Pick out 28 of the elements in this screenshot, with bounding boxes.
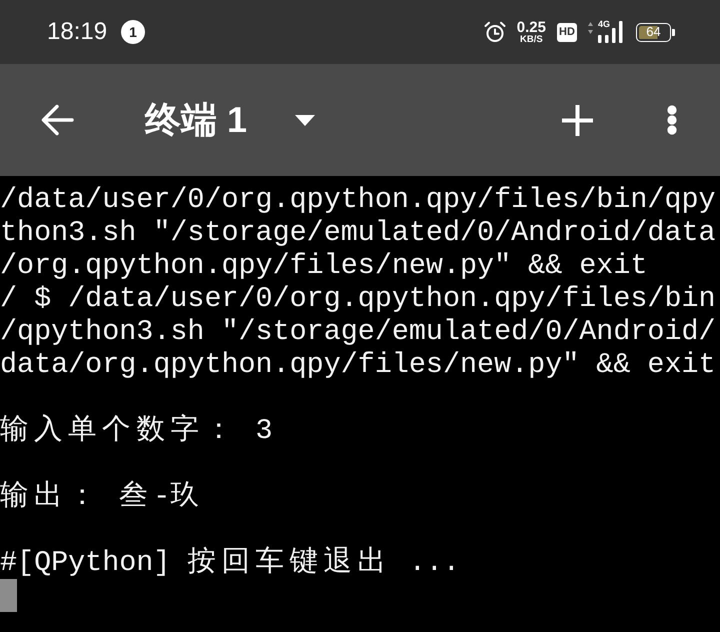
terminal-line: #[QPython] 按回车键退出 ... bbox=[0, 546, 460, 579]
hd-voice-indicator: HD bbox=[557, 22, 577, 42]
network-speed: 0.25 bbox=[516, 20, 546, 35]
alarm-clock-icon bbox=[484, 21, 506, 43]
terminal-line: /data/user/0/org.qpython.qpy/files/bin/qpy bbox=[0, 183, 716, 216]
data-arrows-icon bbox=[588, 22, 593, 34]
caret-icon bbox=[295, 114, 316, 126]
terminal-selector[interactable]: 终端 1 bbox=[145, 102, 316, 138]
terminal-line: data/org.qpython.qpy/files/new.py" && exit bbox=[0, 348, 716, 381]
terminal-line: thon3.sh "/storage/emulated/0/Android/data bbox=[0, 216, 716, 249]
terminal-line: 输入单个数字： 3 bbox=[0, 414, 273, 447]
signal-strength-icon bbox=[595, 21, 625, 43]
notification-count: 1 bbox=[121, 20, 146, 44]
plus-icon bbox=[561, 104, 594, 136]
back-button[interactable] bbox=[40, 103, 74, 137]
clock-time: 18:19 bbox=[47, 20, 108, 44]
network-type: 4G bbox=[598, 20, 610, 29]
new-terminal-button[interactable] bbox=[561, 104, 594, 136]
terminal-line: /org.qpython.qpy/files/new.py" && exit bbox=[0, 249, 648, 282]
more-options-button[interactable] bbox=[667, 105, 677, 135]
terminal-line: / $ /data/user/0/org.qpython.qpy/files/bin bbox=[0, 282, 716, 315]
battery-indicator: 64 bbox=[636, 22, 675, 42]
network-speed-unit: KB/S bbox=[519, 34, 544, 44]
back-arrow-icon bbox=[40, 103, 74, 137]
terminal-line: /qpython3.sh "/storage/emulated/0/Android/ bbox=[0, 315, 716, 348]
terminal-line: 输出： 叁-玖 bbox=[0, 480, 200, 513]
cursor-icon bbox=[0, 579, 18, 612]
menu-icon bbox=[667, 105, 677, 135]
